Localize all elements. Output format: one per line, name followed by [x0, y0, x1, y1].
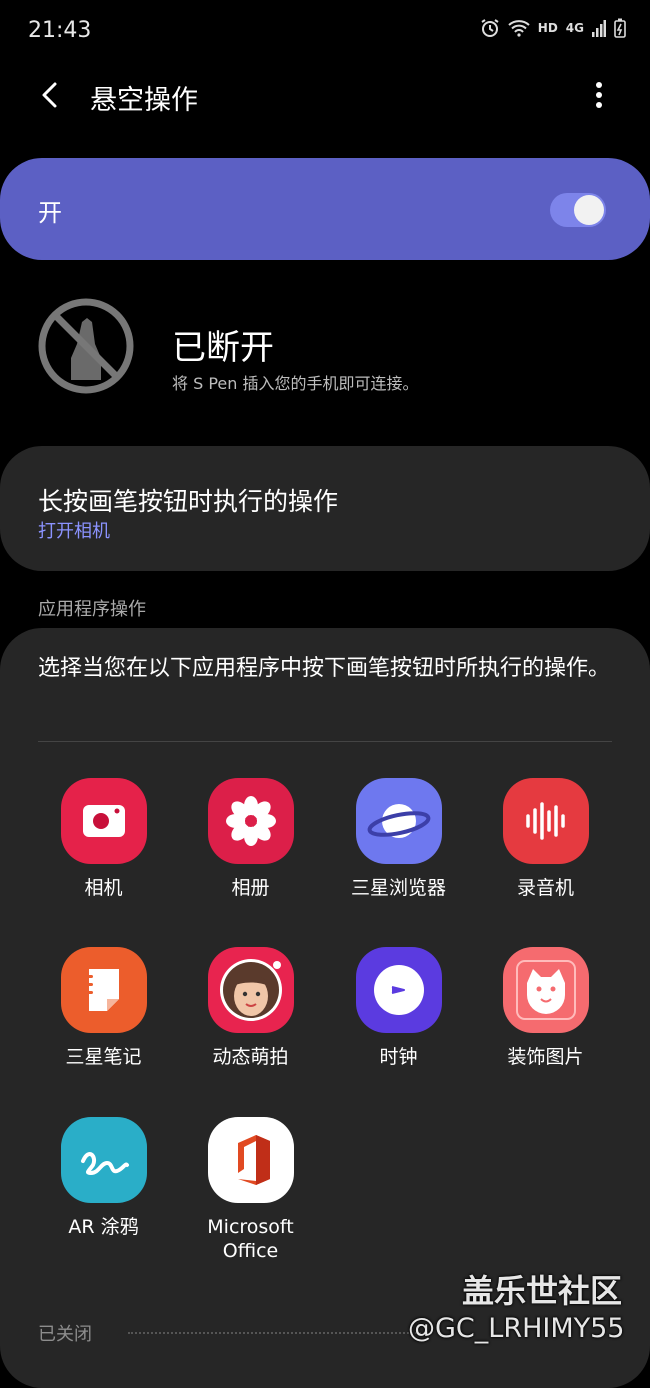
long-press-value: 打开相机: [38, 521, 110, 542]
app-label: 三星笔记: [65, 1046, 142, 1068]
signal-icon: [592, 20, 606, 37]
master-switch[interactable]: [550, 193, 606, 227]
pen-disconnected-icon: [38, 298, 134, 394]
watermark-handle: @GC_LRHIMY55: [408, 1313, 625, 1344]
app-actions-description: 选择当您在以下应用程序中按下画笔按钮时所执行的操作。: [38, 656, 611, 681]
section-header-app-actions: 应用程序操作: [38, 599, 146, 620]
network-type: HD: [537, 21, 558, 35]
status-icons: HD 4G: [480, 18, 626, 38]
app-item-ar-emoji[interactable]: 动态萌拍: [177, 947, 324, 1069]
app-item-internet[interactable]: 三星浏览器: [325, 778, 472, 900]
internet-planet-icon: [355, 778, 442, 864]
back-arrow-icon[interactable]: [36, 80, 66, 110]
app-item-notes[interactable]: 三星笔记: [30, 947, 177, 1069]
app-label: AR 涂鸦: [68, 1216, 139, 1238]
app-item-voice-recorder[interactable]: 录音机: [472, 778, 619, 900]
more-options-icon[interactable]: [590, 80, 608, 110]
photo-editor-cat-icon: [502, 947, 589, 1033]
notes-icon: [60, 947, 147, 1033]
battery-icon: [614, 18, 626, 38]
app-item-camera[interactable]: 相机: [30, 778, 177, 900]
toggle-label: 开: [38, 199, 62, 227]
page-title: 悬空操作: [90, 85, 198, 116]
app-label: 装饰图片: [507, 1046, 584, 1068]
app-item-clock[interactable]: 时钟: [325, 947, 472, 1069]
app-label: 相册: [231, 877, 270, 899]
voice-recorder-icon: [502, 778, 589, 864]
footer-status-label: 已关闭: [38, 1324, 92, 1345]
app-item-photo-editor[interactable]: 装饰图片: [472, 947, 619, 1069]
app-label: 相机: [84, 877, 123, 899]
switch-knob: [574, 195, 604, 225]
app-label: 录音机: [516, 877, 574, 899]
app-item-ar-doodle[interactable]: AR 涂鸦: [30, 1117, 177, 1239]
wifi-icon: [508, 20, 530, 37]
app-item-office[interactable]: Microsoft Office: [177, 1117, 324, 1263]
gallery-flower-icon: [207, 778, 294, 864]
app-item-gallery[interactable]: 相册: [177, 778, 324, 900]
app-label-line1: Microsoft: [207, 1216, 294, 1238]
watermark-title: 盖乐世社区: [462, 1272, 623, 1310]
alarm-icon: [481, 19, 499, 37]
app-label: 动态萌拍: [212, 1046, 289, 1068]
app-label: 三星浏览器: [350, 877, 446, 899]
ar-doodle-icon: [60, 1117, 147, 1203]
connection-status: 已断开: [172, 328, 274, 368]
status-time: 21:43: [28, 18, 92, 43]
app-label-line2: Office: [222, 1240, 279, 1262]
ar-emoji-icon: [207, 947, 294, 1033]
connection-hint: 将 S Pen 插入您的手机即可连接。: [172, 374, 419, 393]
divider: [38, 741, 612, 742]
long-press-title: 长按画笔按钮时执行的操作: [38, 487, 339, 516]
app-label: 时钟: [379, 1046, 418, 1068]
dotted-leader: [128, 1332, 428, 1334]
signal-type: 4G: [565, 21, 584, 35]
office-icon: [207, 1117, 294, 1203]
clock-icon: [355, 947, 442, 1033]
camera-icon: [60, 778, 147, 864]
